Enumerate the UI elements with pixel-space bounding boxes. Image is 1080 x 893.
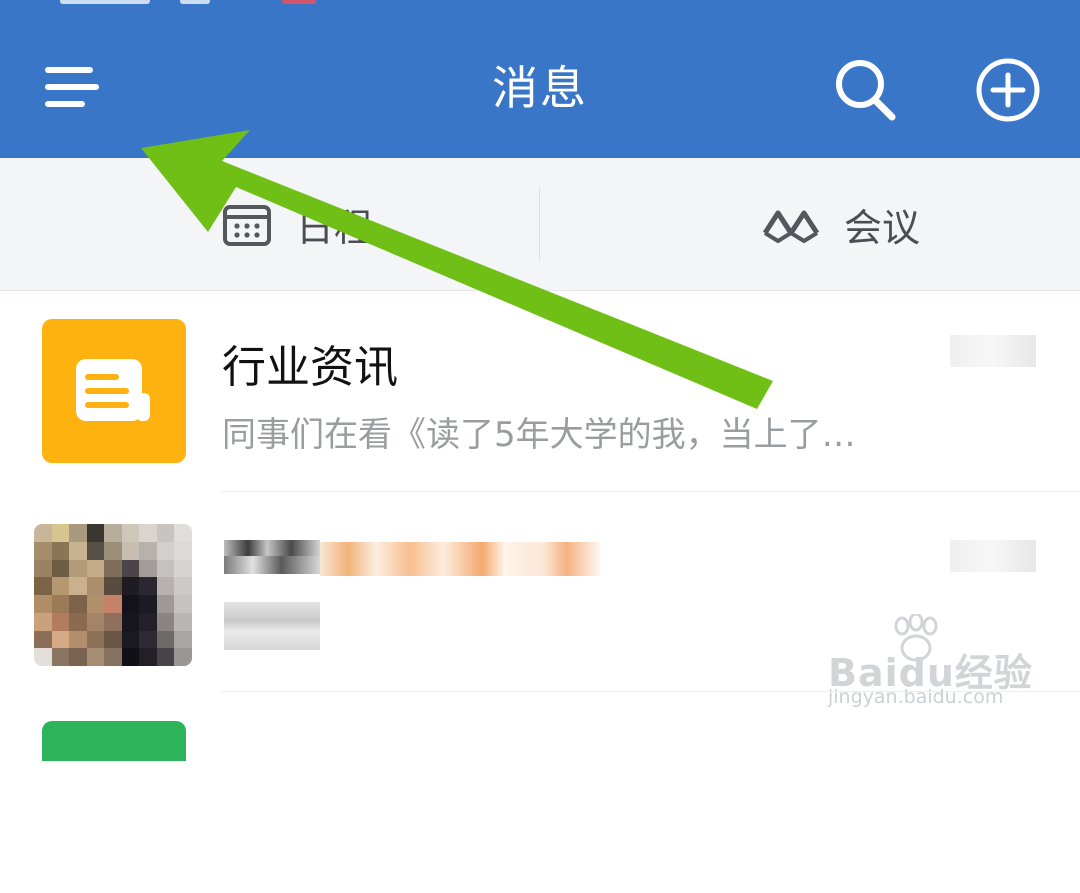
shortcut-bar: 日程 会议: [0, 158, 1080, 291]
meeting-shortcut[interactable]: 会议: [762, 158, 920, 290]
redacted-name-3: [320, 542, 600, 576]
baidu-watermark: Baidu经验 jingyan.baidu.com: [828, 612, 1068, 712]
menu-button[interactable]: [38, 56, 104, 118]
redacted-preview: [224, 602, 320, 650]
news-icon: [76, 359, 150, 421]
search-icon: [836, 60, 896, 121]
message-title: 行业资讯: [222, 342, 398, 393]
green-avatar: [42, 721, 186, 761]
page-title: 消息: [492, 61, 588, 115]
schedule-label: 日程: [296, 205, 373, 250]
calendar-icon: [223, 205, 271, 246]
news-avatar: [42, 319, 186, 463]
list-item[interactable]: 行业资讯 同事们在看《读了5年大学的我，当上了…: [0, 291, 1080, 491]
list-item[interactable]: [0, 693, 1080, 893]
redacted-name-2: [224, 556, 320, 574]
watermark-url: jingyan.baidu.com: [828, 686, 1004, 708]
message-time-blurred: [950, 540, 1036, 572]
top-app-bar: 消息: [0, 0, 1080, 158]
search-button[interactable]: [830, 56, 900, 122]
add-circle-icon: [976, 58, 1040, 122]
user-avatar: [34, 524, 192, 666]
meeting-label: 会议: [844, 205, 921, 250]
status-bar: [0, 0, 1080, 10]
add-button[interactable]: [972, 54, 1044, 126]
menu-icon: [45, 67, 99, 107]
shortcut-divider: [539, 188, 540, 260]
message-preview: 同事们在看《读了5年大学的我，当上了…: [222, 415, 856, 455]
meeting-icon: [762, 210, 820, 243]
message-time-blurred: [950, 335, 1036, 367]
schedule-shortcut[interactable]: 日程: [222, 158, 372, 290]
